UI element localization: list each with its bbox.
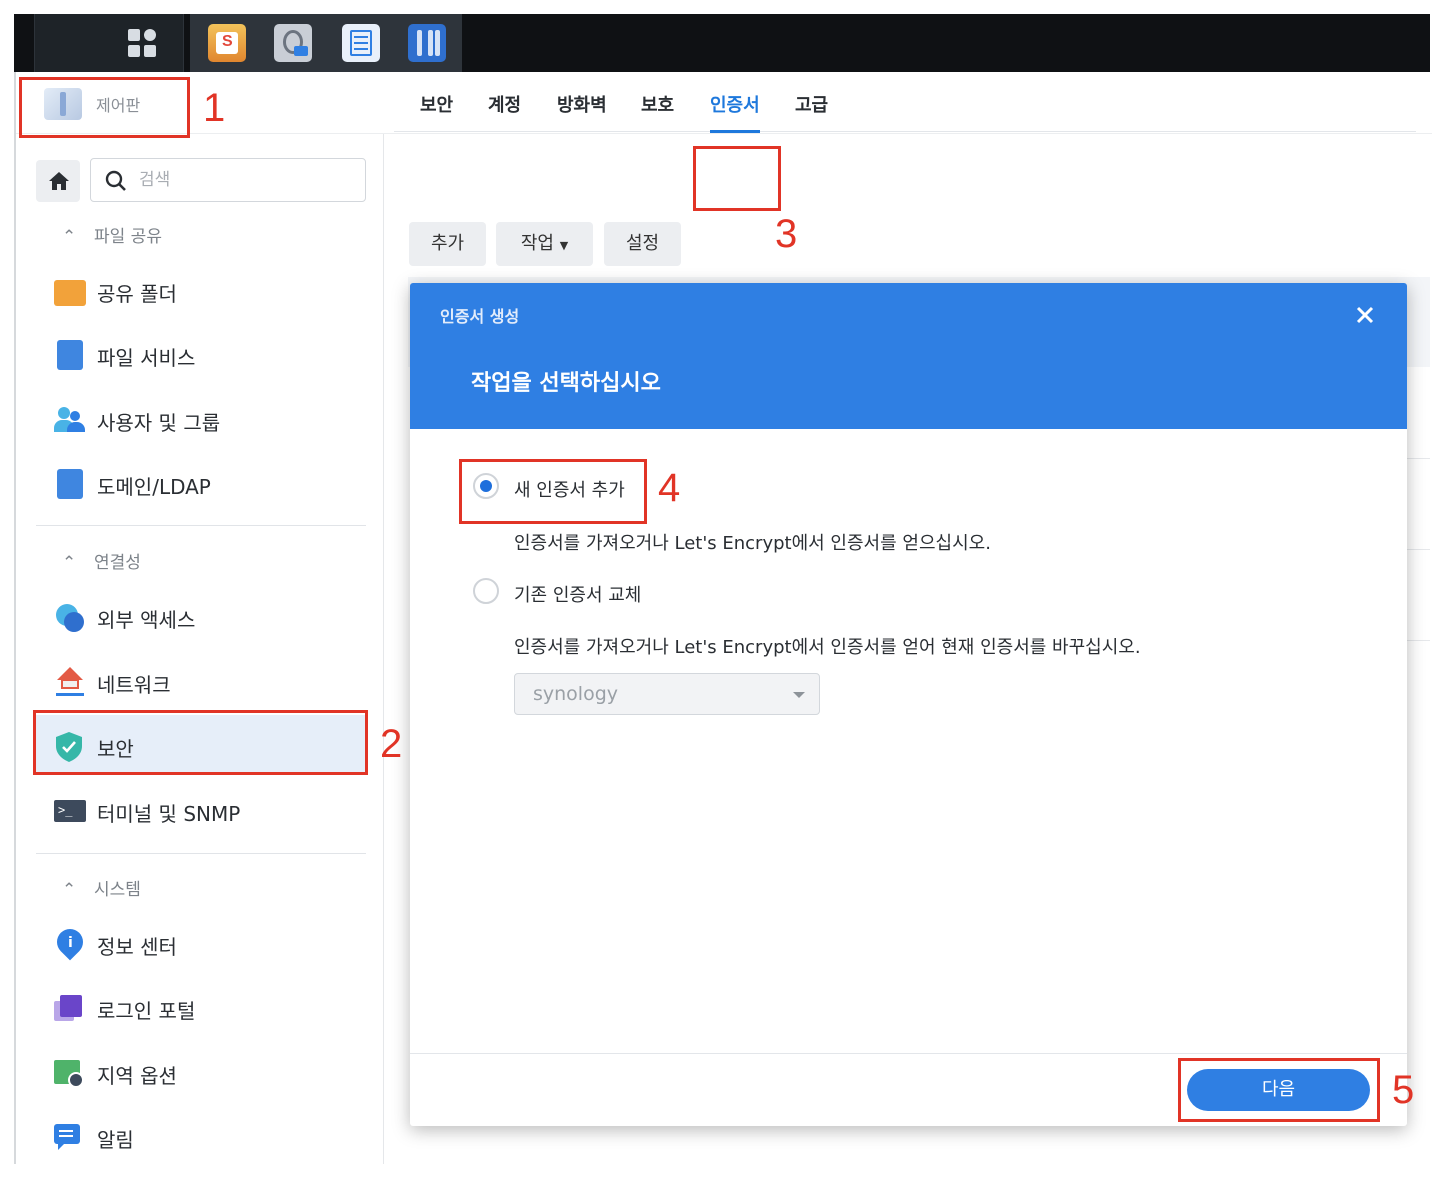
home-button[interactable] bbox=[36, 160, 80, 202]
create-certificate-dialog: 인증서 생성 작업을 선택하십시오 새 인증서 추가 인증서를 가져오거나 Le… bbox=[410, 283, 1407, 1126]
terminal-icon: >_ bbox=[54, 800, 86, 822]
dialog-header: 인증서 생성 작업을 선택하십시오 bbox=[410, 283, 1407, 429]
tab-bar: 보안 계정 방화벽 보호 인증서 고급 bbox=[394, 72, 1416, 133]
search-input[interactable] bbox=[139, 168, 349, 192]
network-icon bbox=[54, 667, 86, 697]
notification-icon bbox=[54, 1122, 86, 1152]
info-icon: i bbox=[51, 923, 89, 961]
section-system[interactable]: ⌃ 시스템 bbox=[62, 875, 141, 900]
annotation-number-5: 5 bbox=[1392, 1068, 1415, 1112]
close-button[interactable] bbox=[1353, 303, 1377, 327]
section-connectivity[interactable]: ⌃ 연결성 bbox=[62, 548, 141, 573]
sidebar-item-domain-ldap[interactable]: 도메인/LDAP bbox=[36, 453, 366, 513]
annotation-number-1: 1 bbox=[203, 86, 226, 130]
active-tab-indicator bbox=[710, 130, 760, 133]
tab-security[interactable]: 보안 bbox=[420, 91, 453, 117]
storage-manager-icon[interactable] bbox=[274, 24, 312, 62]
home-icon bbox=[49, 172, 69, 190]
tab-certificate[interactable]: 인증서 bbox=[710, 91, 760, 117]
tab-advanced[interactable]: 고급 bbox=[795, 91, 828, 117]
tab-firewall[interactable]: 방화벽 bbox=[557, 91, 607, 117]
chevron-up-icon: ⌃ bbox=[62, 880, 77, 900]
close-icon bbox=[1356, 306, 1374, 324]
regional-options-icon bbox=[54, 1058, 86, 1088]
domain-icon bbox=[57, 469, 83, 499]
sidebar-item-users-groups[interactable]: 사용자 및 그룹 bbox=[36, 389, 366, 449]
tab-account[interactable]: 계정 bbox=[488, 91, 521, 117]
dialog-heading: 작업을 선택하십시오 bbox=[471, 371, 661, 396]
certificate-select[interactable]: synology bbox=[514, 673, 820, 715]
settings-button[interactable]: 설정 bbox=[604, 222, 681, 266]
taskbar: S bbox=[14, 14, 1430, 72]
annotation-box-4 bbox=[459, 459, 647, 524]
action-button[interactable]: 작업 ▼ bbox=[496, 222, 593, 266]
control-panel-icon[interactable] bbox=[408, 24, 446, 62]
main-menu-icon bbox=[128, 29, 158, 59]
sidebar-item-network[interactable]: 네트워크 bbox=[36, 651, 366, 711]
annotation-number-3: 3 bbox=[775, 212, 798, 256]
folder-icon bbox=[54, 280, 86, 306]
annotation-box-2 bbox=[33, 710, 368, 775]
file-services-icon bbox=[57, 340, 83, 370]
sidebar-item-terminal-snmp[interactable]: >_ 터미널 및 SNMP bbox=[36, 780, 366, 840]
option-replace-description: 인증서를 가져오거나 Let's Encrypt에서 인증서를 얻어 현재 인증… bbox=[514, 637, 1141, 658]
section-file-sharing[interactable]: ⌃ 파일 공유 bbox=[62, 222, 162, 247]
dialog-title: 인증서 생성 bbox=[440, 307, 520, 326]
radio-replace-certificate[interactable] bbox=[473, 578, 499, 604]
annotation-number-4: 4 bbox=[658, 466, 681, 510]
annotation-number-2: 2 bbox=[380, 722, 403, 766]
divider bbox=[36, 525, 366, 526]
sidebar-item-shared-folder[interactable]: 공유 폴더 bbox=[36, 260, 366, 320]
annotation-box-1 bbox=[19, 77, 190, 138]
caret-down-icon: ▼ bbox=[559, 239, 569, 252]
tab-protection[interactable]: 보호 bbox=[641, 91, 674, 117]
chevron-down-icon bbox=[793, 692, 805, 698]
sidebar-item-login-portal[interactable]: 로그인 포털 bbox=[36, 977, 366, 1037]
chevron-up-icon: ⌃ bbox=[62, 227, 77, 247]
external-access-icon bbox=[54, 602, 86, 632]
certificate-select-value: synology bbox=[533, 683, 619, 705]
add-button[interactable]: 추가 bbox=[409, 222, 486, 266]
annotation-box-5 bbox=[1178, 1058, 1380, 1122]
login-portal-icon bbox=[54, 993, 86, 1023]
annotation-box-3 bbox=[693, 146, 781, 211]
taskbar-apps: S bbox=[190, 14, 462, 72]
sidebar-item-info-center[interactable]: i 정보 센터 bbox=[36, 913, 366, 973]
search-box[interactable] bbox=[90, 158, 366, 202]
sidebar-item-notification[interactable]: 알림 bbox=[36, 1106, 366, 1166]
users-icon bbox=[54, 405, 86, 435]
sidebar-item-file-services[interactable]: 파일 서비스 bbox=[36, 324, 366, 384]
sidebar-item-external-access[interactable]: 외부 액세스 bbox=[36, 586, 366, 646]
sidebar: ⌃파일 공유 공유 폴더 파일 서비스 사용자 및 그룹 도메인/LDAP ⌃연… bbox=[16, 134, 384, 1164]
chevron-up-icon: ⌃ bbox=[62, 553, 77, 573]
sidebar-item-regional-options[interactable]: 지역 옵션 bbox=[36, 1042, 366, 1102]
log-center-icon[interactable] bbox=[342, 24, 380, 62]
option-replace-label[interactable]: 기존 인증서 교체 bbox=[514, 581, 641, 607]
divider bbox=[36, 853, 366, 854]
option-new-description: 인증서를 가져오거나 Let's Encrypt에서 인증서를 얻으십시오. bbox=[514, 533, 991, 554]
main-menu-button[interactable] bbox=[34, 14, 184, 72]
dialog-footer-divider bbox=[410, 1053, 1407, 1054]
package-center-icon[interactable]: S bbox=[208, 24, 246, 62]
search-icon bbox=[105, 170, 126, 191]
